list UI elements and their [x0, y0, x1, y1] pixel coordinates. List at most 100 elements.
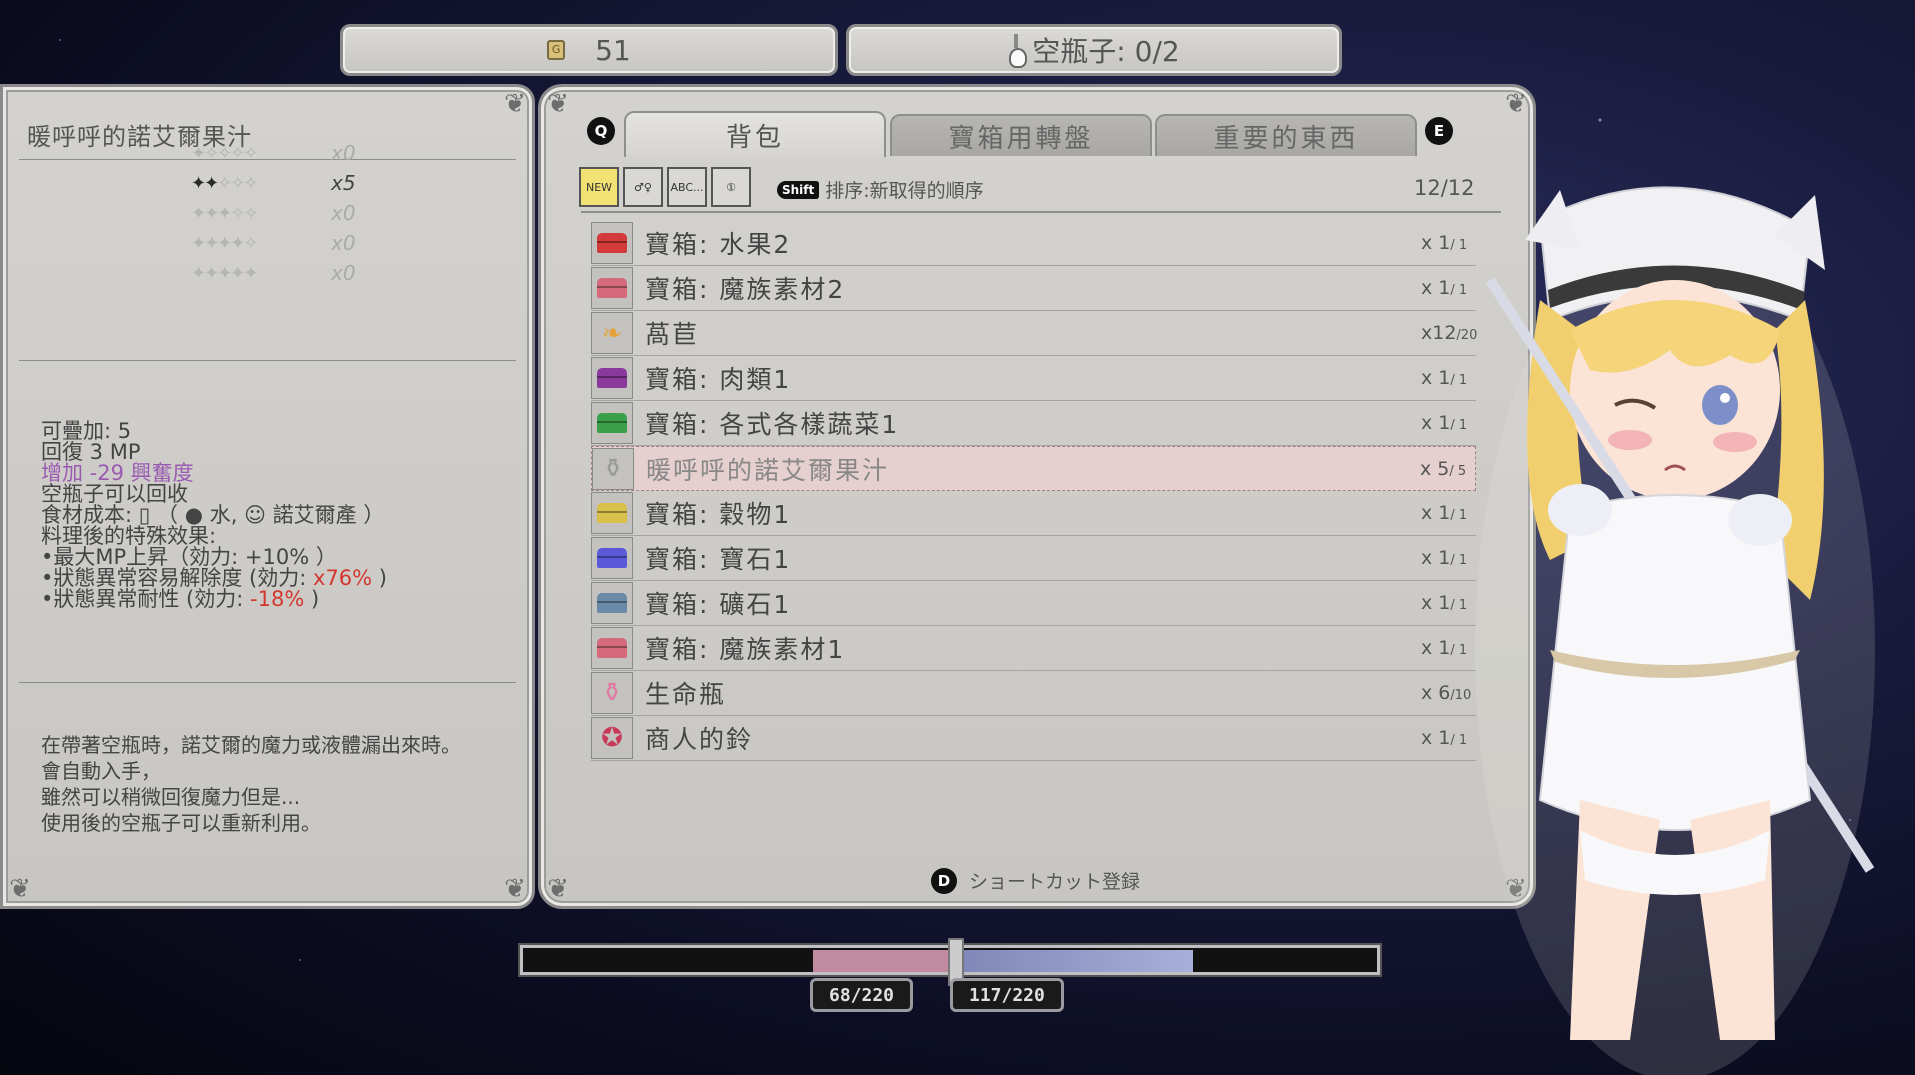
sort-order[interactable]: Shift 排序:新取得的順序	[777, 176, 984, 203]
description-line: 雖然可以稍微回復魔力但是...	[41, 785, 301, 809]
inventory-item[interactable]: 寶箱: 魔族素材2 x 1/ 1	[591, 266, 1476, 311]
rank-stars-icon: ✦✦✦✦✧	[191, 232, 258, 254]
divider	[19, 682, 516, 683]
item-name: 暖呼呼的諾艾爾果汁	[646, 455, 890, 485]
gauge-right-value: 117/220	[950, 978, 1064, 1012]
item-description: 在帶著空瓶時，諾艾爾的魔力或液體漏出來時。 會自動入手， 雖然可以稍微回復魔力但…	[41, 732, 461, 836]
inventory-item[interactable]: ❧ 萵苣 x12/20	[591, 311, 1477, 356]
cost-noel: 諾艾爾產 ）	[272, 503, 385, 527]
rank-row: ✦✦✦✦✧ x0	[191, 231, 381, 255]
chest-steel-icon	[591, 582, 633, 624]
item-name: 寶箱: 礦石1	[645, 590, 792, 619]
stack-info: 可疊加: 5	[41, 419, 132, 443]
item-name: 寶箱: 魔族素材1	[645, 635, 846, 664]
item-name: 寶箱: 寶石1	[645, 545, 792, 574]
rank-stars-icon: ✦✧✧✧✧	[191, 142, 258, 164]
effect-status-resist: •狀態異常耐性 (効力: -18% )	[41, 589, 387, 610]
inventory-item[interactable]: 寶箱: 寶石1 x 1/ 1	[591, 536, 1476, 581]
chest-red-icon	[591, 222, 633, 264]
key-q-icon[interactable]: Q	[587, 117, 615, 145]
item-name: 寶箱: 肉類1	[645, 365, 792, 394]
cost-info: 食材成本: ▯ （ ● 水, ☺ 諾艾爾產 ）	[41, 503, 385, 527]
item-name: 寶箱: 穀物1	[645, 500, 792, 529]
item-name: 寶箱: 各式各樣蔬菜1	[645, 410, 900, 439]
shift-key-icon: Shift	[777, 180, 820, 199]
bell-icon: ✪	[591, 717, 633, 759]
gauge-left-value: 68/220	[810, 978, 914, 1012]
noel-character-portrait	[1475, 186, 1875, 1075]
rank-row: ✦✦✦✦✦ x0	[191, 261, 381, 285]
item-name: 萵苣	[645, 320, 700, 349]
effect-suffix: )	[304, 587, 320, 611]
rank-count: x0	[331, 201, 356, 225]
item-effects: 可疊加: 5 回復 3 MP 增加 -29 興奮度 空瓶子可以回收 食材成本: …	[41, 421, 387, 610]
description-line: 使用後的空瓶子可以重新利用。	[41, 811, 321, 835]
inventory-item[interactable]: 寶箱: 水果2 x 1/ 1	[591, 221, 1476, 266]
tab-backpack[interactable]: 背包	[624, 111, 886, 157]
gold-amount: 51	[595, 33, 631, 67]
item-list: 寶箱: 水果2 x 1/ 1 寶箱: 魔族素材2 x 1/ 1 ❧ 萵苣 x12/20 寶箱:…	[591, 221, 1477, 761]
inventory-item[interactable]: 寶箱: 礦石1 x 1/ 1	[591, 581, 1476, 626]
filter-number-button[interactable]: ①	[711, 167, 751, 207]
rank-stars-icon: ✦✦✧✧✧	[191, 172, 258, 194]
chest-purple-icon	[591, 357, 633, 399]
chest-green-icon	[591, 402, 633, 444]
rank-row: ✦✦✦✧✧ x0	[191, 201, 381, 225]
chest-yellow-icon	[591, 492, 633, 534]
ornament-icon: ❦	[547, 89, 569, 119]
inventory-item[interactable]: ✪ 商人的鈴 x 1/ 1	[591, 716, 1476, 761]
rank-row: ✦✦✧✧✧ x5	[191, 171, 381, 195]
inventory-item[interactable]: 寶箱: 穀物1 x 1/ 1	[591, 491, 1476, 536]
gold-bar: G 51	[340, 24, 838, 76]
rank-stars-icon: ✦✦✦✧✧	[191, 202, 258, 224]
rank-count: x0	[331, 231, 356, 255]
rank-row: ✦✧✧✧✧ x0	[191, 141, 381, 165]
item-name: 寶箱: 魔族素材2	[645, 275, 846, 304]
lettuce-icon: ❧	[591, 312, 633, 354]
ornament-icon: ❦	[9, 874, 31, 904]
description-line: 會自動入手，	[41, 759, 161, 783]
chest-pink-icon	[591, 267, 633, 309]
item-name: 生命瓶	[645, 680, 727, 709]
ornament-icon: ❦	[547, 874, 569, 904]
special-effect-title: 料理後的特殊效果:	[41, 524, 217, 548]
restore-info: 回復 3 MP	[41, 440, 141, 464]
inventory-panel: ❦ ❦ ❦ ❦ Q 背包 寶箱用轉盤 重要的東西 E NEW ♂♀ ABC...…	[538, 84, 1536, 909]
bottle-icon: ⚱	[592, 447, 634, 490]
key-e-icon[interactable]: E	[1425, 117, 1453, 145]
effect-max-mp: •最大MP上昇（効力: +10% ）	[41, 545, 337, 569]
arousal-info: 增加 -29 興奮度	[41, 461, 194, 485]
ornament-icon: ❦	[504, 874, 526, 904]
inventory-item[interactable]: ⚱ 暖呼呼的諾艾爾果汁 x 5/ 5	[591, 446, 1476, 491]
ornament-icon: ❦	[1505, 89, 1527, 119]
bottle-icon	[1008, 34, 1028, 68]
inventory-item[interactable]: 寶箱: 魔族素材1 x 1/ 1	[591, 626, 1476, 671]
chest-blue-icon	[591, 537, 633, 579]
description-line: 在帶著空瓶時，諾艾爾的魔力或液體漏出來時。	[41, 733, 461, 757]
effect-value: x76%	[313, 566, 373, 590]
tab-chest-roulette[interactable]: 寶箱用轉盤	[890, 114, 1152, 156]
item-name: 商人的鈴	[645, 725, 754, 754]
noel-face-icon: ☺	[244, 503, 266, 527]
recycle-info: 空瓶子可以回收	[41, 482, 188, 506]
filter-new-button[interactable]: NEW	[579, 167, 619, 207]
inventory-item[interactable]: 寶箱: 各式各樣蔬菜1 x 1/ 1	[591, 401, 1476, 446]
ornament-icon: ❦	[504, 89, 526, 119]
effect-status-cure: •狀態異常容易解除度 (効力: x76% )	[41, 568, 387, 589]
gauge-left-fill	[813, 950, 953, 972]
filter-abc-button[interactable]: ABC...	[667, 167, 707, 207]
sort-label: 排序:新取得的順序	[825, 180, 984, 202]
shortcut-register[interactable]: D ショートカット登録	[931, 867, 1140, 894]
gauge-right-fill	[963, 950, 1193, 972]
inventory-item[interactable]: 寶箱: 肉類1 x 1/ 1	[591, 356, 1476, 401]
effect-value: -18%	[250, 587, 305, 611]
shortcut-label: ショートカット登録	[969, 871, 1141, 893]
rank-count: x0	[331, 141, 356, 165]
filter-type-button[interactable]: ♂♀	[623, 167, 663, 207]
tab-key-items[interactable]: 重要的東西	[1155, 114, 1417, 156]
inventory-item[interactable]: ⚱ 生命瓶 x 6/10	[591, 671, 1476, 716]
effect-label: •狀態異常耐性 (効力:	[41, 587, 251, 611]
item-name: 寶箱: 水果2	[645, 230, 792, 259]
hp-mp-gauge	[520, 938, 1380, 986]
life-bottle-icon: ⚱	[591, 672, 633, 714]
